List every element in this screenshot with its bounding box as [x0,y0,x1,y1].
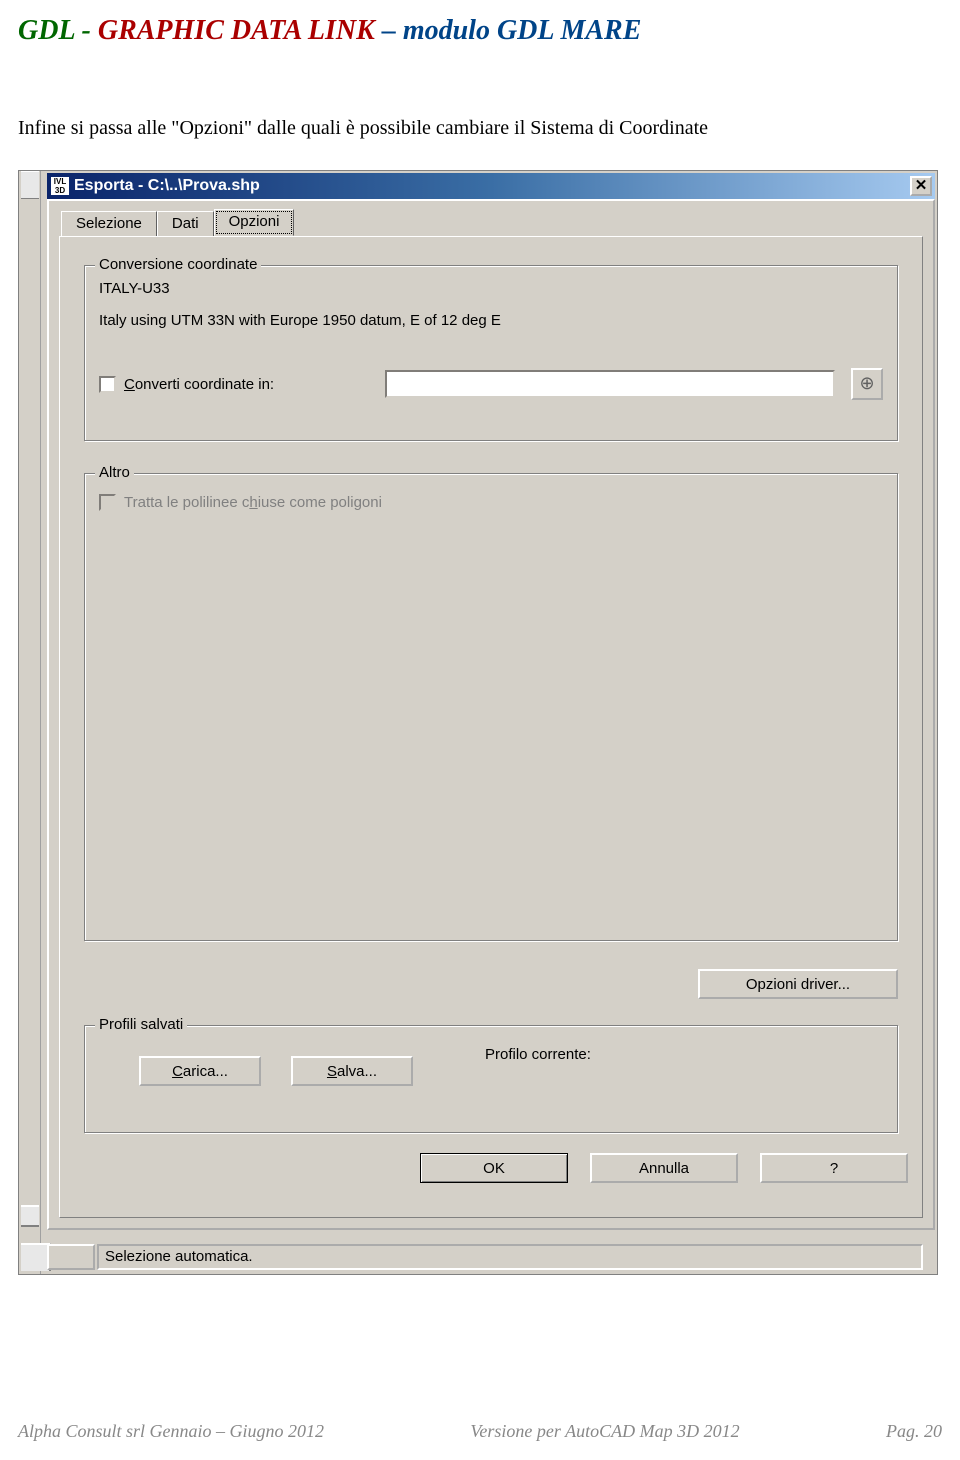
statusbar: Selezione automatica. [47,1242,935,1272]
coord-system-name: ITALY-U33 [99,280,170,297]
groupbox-conversione: Conversione coordinate ITALY-U33 Italy u… [84,265,898,441]
tab-dati[interactable]: Dati [157,211,214,236]
groupbox-profili: Profili salvati Carica... Salva... Profi… [84,1025,898,1133]
footer-right: Pag. 20 [886,1421,942,1442]
title-part3: – modulo GDL MARE [375,15,642,46]
app-left-toolbar [19,171,41,1274]
load-profile-button[interactable]: Carica... [139,1056,261,1086]
help-button[interactable]: ? [760,1153,908,1183]
dialog-titlebar[interactable]: IVL 3D Esporta - C:\..\Prova.shp ✕ [47,173,935,199]
polygons-checkbox-label: Tratta le polilinee chiuse come poligoni [124,494,382,511]
groupbox-legend: Profili salvati [95,1016,187,1033]
current-profile-label: Profilo corrente: [485,1046,591,1063]
page-title: GDL - GRAPHIC DATA LINK – modulo GDL MAR… [18,15,942,47]
dialog-body: Selezione Dati Opzioni Conversione coord… [47,199,935,1230]
groupbox-altro: Altro Tratta le polilinee chiuse come po… [84,473,898,941]
globe-icon: ⊕ [859,373,874,393]
statusbar-resize-grip [923,1244,935,1270]
save-profile-button[interactable]: Salva... [291,1056,413,1086]
polygons-checkbox [99,494,116,511]
convert-target-input[interactable] [385,370,835,398]
tab-selezione[interactable]: Selezione [61,211,157,236]
title-part1: GDL - [18,15,98,46]
cancel-button[interactable]: Annulla [590,1153,738,1183]
groupbox-legend: Altro [95,464,134,481]
button-label: Salva... [327,1063,377,1080]
toolbar-block [21,171,39,199]
convert-checkbox-label: Converti coordinate in: [124,376,274,393]
coord-system-desc: Italy using UTM 33N with Europe 1950 dat… [99,312,501,329]
footer-center: Versione per AutoCAD Map 3D 2012 [470,1421,739,1442]
statusbar-grip [47,1244,95,1270]
tab-opzioni[interactable]: Opzioni [214,209,295,236]
title-part2: GRAPHIC DATA LINK [98,15,375,46]
close-icon[interactable]: ✕ [910,176,932,196]
footer-left: Alpha Consult srl Gennaio – Giugno 2012 [18,1421,324,1442]
body-paragraph: Infine si passa alle "Opzioni" dalle qua… [18,117,942,140]
convert-checkbox-row[interactable]: Converti coordinate in: [99,376,274,393]
browse-coord-button[interactable]: ⊕ [851,368,883,400]
page-footer: Alpha Consult srl Gennaio – Giugno 2012 … [18,1421,942,1442]
button-label: Carica... [172,1063,228,1080]
driver-options-button[interactable]: Opzioni driver... [698,969,898,999]
dialog-title: Esporta - C:\..\Prova.shp [74,177,910,195]
app-icon: IVL 3D [51,177,69,195]
ok-button[interactable]: OK [420,1153,568,1183]
polygons-checkbox-row: Tratta le polilinee chiuse come poligoni [99,494,382,511]
dialog-screenshot: IVL 3D Esporta - C:\..\Prova.shp ✕ Selez… [18,170,938,1275]
tab-panel-opzioni: Conversione coordinate ITALY-U33 Italy u… [59,236,923,1218]
tab-strip: Selezione Dati Opzioni [61,211,294,236]
groupbox-legend: Conversione coordinate [95,256,261,273]
toolbar-block [21,1205,39,1227]
statusbar-text: Selezione automatica. [97,1244,923,1270]
convert-checkbox[interactable] [99,376,116,393]
